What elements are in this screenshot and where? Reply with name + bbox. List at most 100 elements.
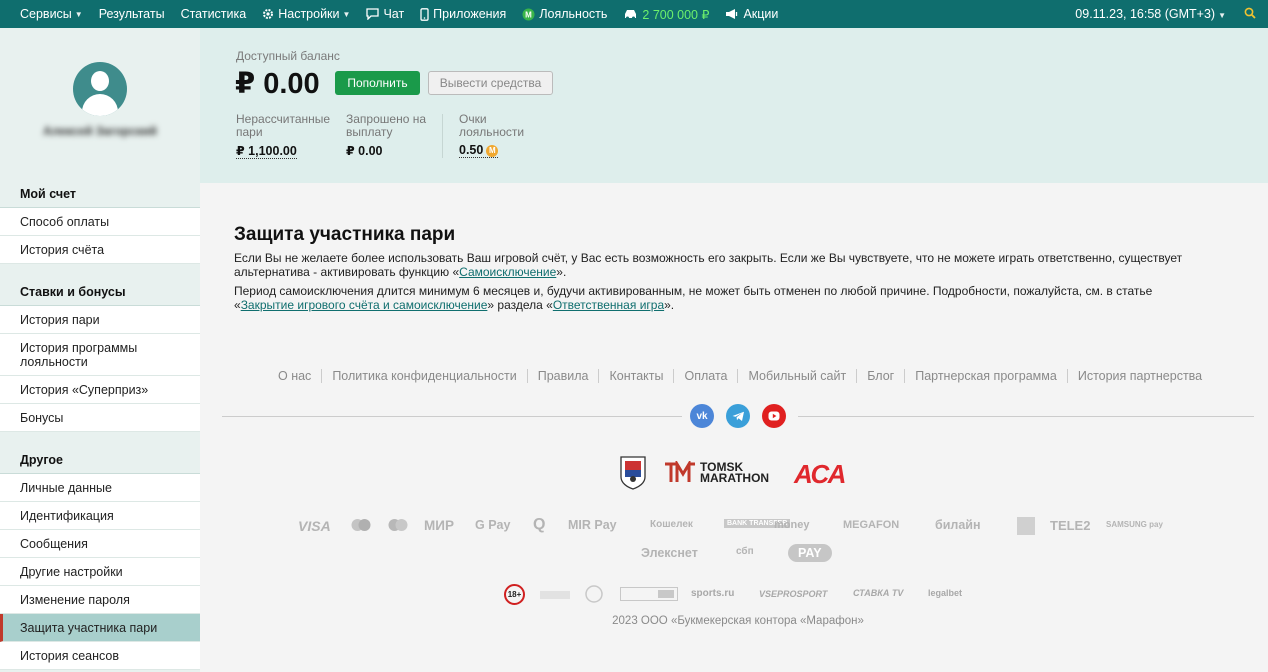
top-nav-items: Сервисы ▼ Результаты Статистика Настройки… — [0, 0, 794, 28]
details-text-mid: » раздела « — [487, 297, 553, 312]
footer-link-partnership-history[interactable]: История партнерства — [1068, 369, 1212, 383]
datetime-text: 09.11.23, 16:58 (GMT+3) — [1075, 7, 1216, 21]
footer-divider-right — [798, 416, 1254, 417]
nav-services-label: Сервисы — [20, 7, 72, 21]
loyalty-points-stat: Очки лояльности 0.50 M — [459, 113, 539, 158]
sidebar-item-other-settings[interactable]: Другие настройки — [0, 558, 200, 586]
unsettled-bets-stat: Нерассчитанные пари ₽ 1,100.00 — [236, 113, 336, 159]
avatar[interactable] — [73, 62, 127, 116]
tomsk-marathon-text: TOMSK MARATHON — [700, 460, 770, 485]
rb-logo — [585, 585, 603, 605]
details-paragraph: Период самоисключения длится минимум 6 м… — [234, 284, 1194, 312]
mir-logo: МИР — [424, 518, 454, 533]
sidebar-item-bonuses[interactable]: Бонусы — [0, 404, 200, 432]
nav-promotions[interactable]: Акции — [725, 7, 778, 21]
qiwi-logo: Q — [533, 516, 546, 533]
vk-icon[interactable]: vk — [690, 404, 714, 428]
nav-loyalty-label: Лояльность — [539, 7, 608, 21]
car-icon — [623, 8, 638, 20]
visa-logo: VISA — [298, 518, 331, 534]
nav-apps[interactable]: Приложения — [420, 7, 506, 21]
requested-payout-stat: Запрошено на выплату ₽ 0.00 — [346, 112, 436, 159]
sidebar-item-change-password[interactable]: Изменение пароля — [0, 586, 200, 614]
sidebar-item-personal-data[interactable]: Личные данные — [0, 474, 200, 502]
nav-chat[interactable]: Чат — [366, 7, 404, 21]
profile-block: Алексей Загорский — [0, 28, 200, 180]
youtube-icon[interactable] — [762, 404, 786, 428]
stavka-tv-logo: СТАВКА TV — [853, 588, 904, 598]
phone-icon — [420, 7, 429, 21]
requested-payout-label: Запрошено на выплату — [346, 112, 427, 139]
intro-paragraph: Если Вы не желаете более использовать Ва… — [234, 251, 1194, 279]
svg-text:M: M — [525, 10, 532, 19]
megaphone-icon — [725, 8, 739, 20]
sidebar-item-bet-history[interactable]: История пари — [0, 306, 200, 334]
mts-logo — [1017, 517, 1035, 538]
top-navigation-bar: Сервисы ▼ Результаты Статистика Настройки… — [0, 0, 1268, 28]
responsible-gaming-link[interactable]: Ответственная игра — [553, 298, 664, 312]
nav-statistics-label: Статистика — [180, 7, 247, 21]
sidebar-item-messages[interactable]: Сообщения — [0, 530, 200, 558]
sidebar-item-identification[interactable]: Идентификация — [0, 502, 200, 530]
nav-services[interactable]: Сервисы ▼ — [20, 7, 83, 21]
footer-link-blog[interactable]: Блог — [857, 369, 906, 383]
top-up-button[interactable]: Пополнить — [335, 71, 420, 95]
tele2-logo: TELE2 — [1050, 518, 1091, 533]
self-exclusion-link[interactable]: Самоисключение — [459, 265, 556, 279]
copyright-text: 2023 ООО «Букмекерская контора «Марафон» — [612, 615, 864, 627]
nav-jackpot[interactable]: 2 700 000 ₽ — [623, 7, 709, 22]
sidebar-group-my-account: Мой счет — [0, 180, 200, 208]
footer-link-mobile[interactable]: Мобильный сайт — [738, 369, 858, 383]
intro-text: Если Вы не желаете более использовать Ва… — [234, 251, 1183, 279]
datetime-selector[interactable]: 09.11.23, 16:58 (GMT+3) ▼ — [1075, 7, 1226, 21]
koshelek-logo: Кошелек — [650, 519, 693, 530]
account-sidebar: Алексей Загорский Мой счет Способ оплаты… — [0, 28, 200, 672]
sidebar-item-superprize-history[interactable]: История «Суперприз» — [0, 376, 200, 404]
nav-jackpot-label: 2 700 000 ₽ — [642, 7, 710, 22]
nav-loyalty[interactable]: M Лояльность — [522, 7, 607, 21]
beeline-logo: билайн — [935, 518, 981, 532]
chevron-down-icon: ▼ — [74, 9, 83, 19]
vseprosport-logo: VSEPROSPORT — [759, 589, 828, 599]
sidebar-item-session-history[interactable]: История сеансов — [0, 642, 200, 670]
eleksnet-logo: Элекснет — [641, 546, 698, 560]
sidebar-item-payment-method[interactable]: Способ оплаты — [0, 208, 200, 236]
footer-link-about[interactable]: О нас — [268, 369, 323, 383]
footer-link-rules[interactable]: Правила — [528, 369, 600, 383]
chevron-down-icon: ▼ — [342, 9, 351, 19]
account-closure-link[interactable]: Закрытие игрового счёта и самоисключение — [241, 298, 488, 312]
search-icon[interactable] — [1244, 7, 1256, 22]
balance-panel: Доступный баланс ₽ 0.00 Пополнить Вывест… — [200, 28, 1268, 183]
nav-promotions-label: Акции — [743, 7, 779, 21]
sidebar-item-account-history[interactable]: История счёта — [0, 236, 200, 264]
yoomoney-logo: money — [774, 519, 810, 531]
loyalty-points-value[interactable]: 0.50 M — [459, 143, 499, 158]
footer-link-affiliate[interactable]: Партнерская программа — [905, 369, 1068, 383]
legalbet-logo: legalbet — [928, 588, 963, 598]
loyalty-points-label: Очки лояльности — [459, 112, 525, 139]
chevron-down-icon: ▼ — [1218, 11, 1226, 20]
nav-statistics[interactable]: Статистика — [181, 7, 247, 21]
telegram-icon[interactable] — [726, 404, 750, 428]
footer-links: О нас Политика конфиденциальности Правил… — [268, 369, 1212, 383]
age-18-badge: 18+ — [504, 584, 525, 605]
sidebar-item-loyalty-history[interactable]: История программы лояльности — [0, 334, 200, 376]
withdraw-button[interactable]: Вывести средства — [428, 71, 553, 95]
sidebar-group-bets-bonuses: Ставки и бонусы — [0, 278, 200, 306]
sidebar-group-other: Другое — [0, 446, 200, 474]
nav-results-label: Результаты — [98, 7, 165, 21]
mir-pay-logo: MIR Pay — [568, 518, 617, 532]
footer-link-contacts[interactable]: Контакты — [599, 369, 675, 383]
footer-link-payment[interactable]: Оплата — [674, 369, 739, 383]
sports-ru-logo: sports.ru — [691, 588, 735, 599]
available-balance-amount: ₽ 0.00 — [235, 68, 320, 100]
mastercard-logo — [350, 518, 372, 535]
nav-results[interactable]: Результаты — [99, 7, 165, 21]
loyalty-coin-icon: M — [522, 8, 535, 21]
footer-link-privacy[interactable]: Политика конфиденциальности — [322, 369, 528, 383]
nav-settings[interactable]: Настройки ▼ — [262, 7, 350, 21]
chat-icon — [366, 8, 380, 20]
unsettled-bets-value[interactable]: ₽ 1,100.00 — [236, 143, 297, 159]
sponsor-emblem-logo — [620, 456, 646, 493]
